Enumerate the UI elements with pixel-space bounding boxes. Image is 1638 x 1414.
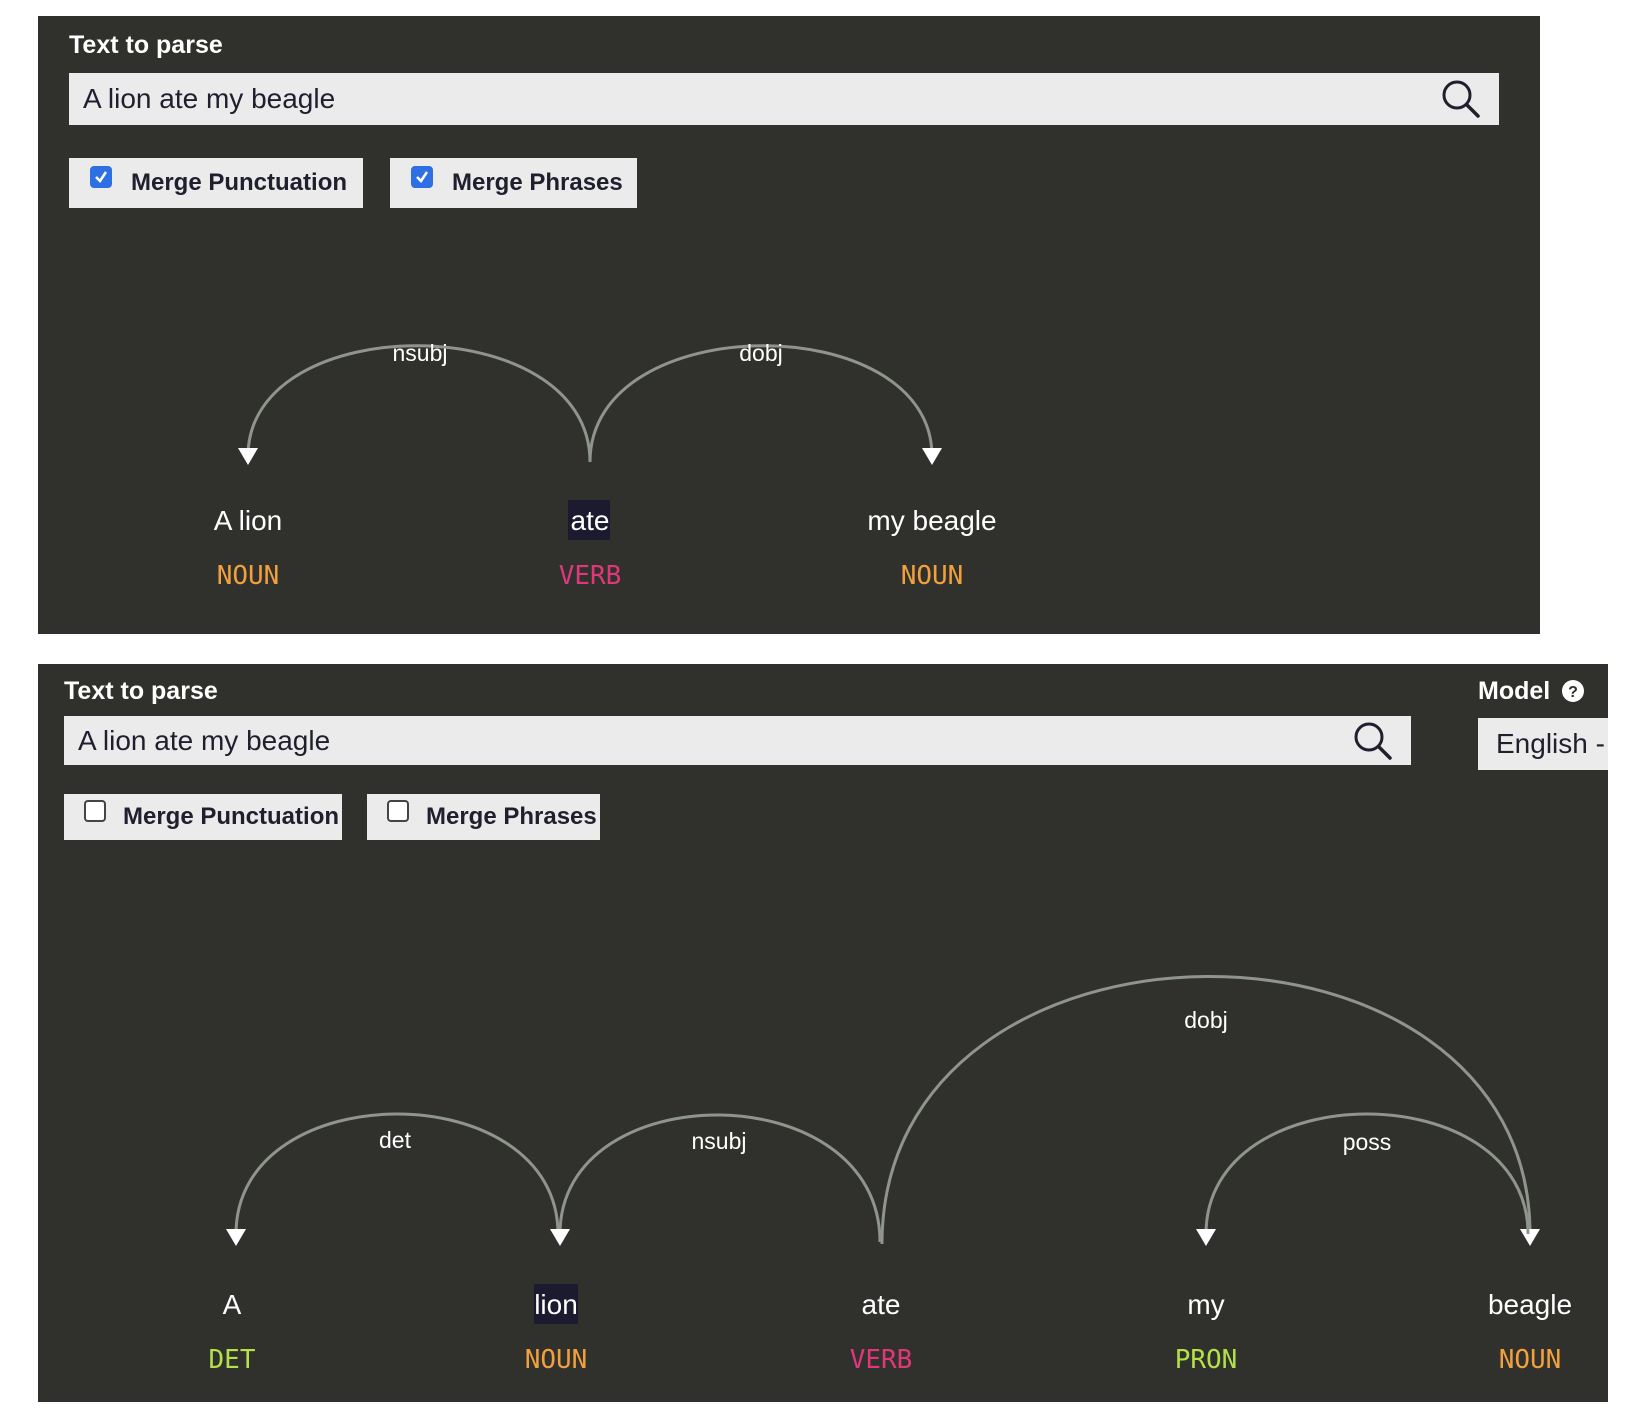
parser-panel-merged: Text to parse A lion ate my beagle Merge… xyxy=(38,16,1540,634)
arrow-head xyxy=(550,1229,570,1246)
token-pos-tag: VERB xyxy=(559,561,622,591)
arrow-head xyxy=(238,448,258,465)
arc-label: nsubj xyxy=(393,340,448,366)
arc-label: dobj xyxy=(1184,1007,1227,1033)
arc-label: nsubj xyxy=(692,1128,747,1154)
token-word: lion xyxy=(534,1289,578,1320)
token-pos-tag: DET xyxy=(209,1345,256,1375)
arc-label: det xyxy=(379,1127,412,1153)
token-pos-tag: PRON xyxy=(1175,1345,1238,1375)
arrow-head xyxy=(1196,1229,1216,1246)
arc-label: dobj xyxy=(739,340,782,366)
token-word: A xyxy=(223,1289,242,1320)
parser-panel-unmerged: Text to parse A lion ate my beagle Model… xyxy=(38,664,1608,1402)
token-pos-tag: NOUN xyxy=(525,1345,588,1375)
token-word: ate xyxy=(571,505,610,536)
arrow-head xyxy=(922,448,942,465)
token-word: ate xyxy=(862,1289,901,1320)
token-pos-tag: NOUN xyxy=(1499,1345,1562,1375)
arrow-head xyxy=(226,1229,246,1246)
arc-label: poss xyxy=(1343,1129,1392,1155)
dependency-graph: nsubj dobj A lion ate my beagle NOUN VER… xyxy=(214,340,997,591)
token-pos-tag: NOUN xyxy=(901,561,964,591)
token-word: beagle xyxy=(1488,1289,1572,1320)
token-pos-tag: NOUN xyxy=(217,561,280,591)
token-word: my xyxy=(1187,1289,1224,1320)
token-pos-tag: VERB xyxy=(850,1345,913,1375)
arrow-head xyxy=(1520,1229,1540,1246)
dependency-graph: det nsubj dobj poss A lion ate my beagle… xyxy=(209,975,1572,1375)
token-word: A lion xyxy=(214,505,283,536)
token-word: my beagle xyxy=(867,505,996,536)
